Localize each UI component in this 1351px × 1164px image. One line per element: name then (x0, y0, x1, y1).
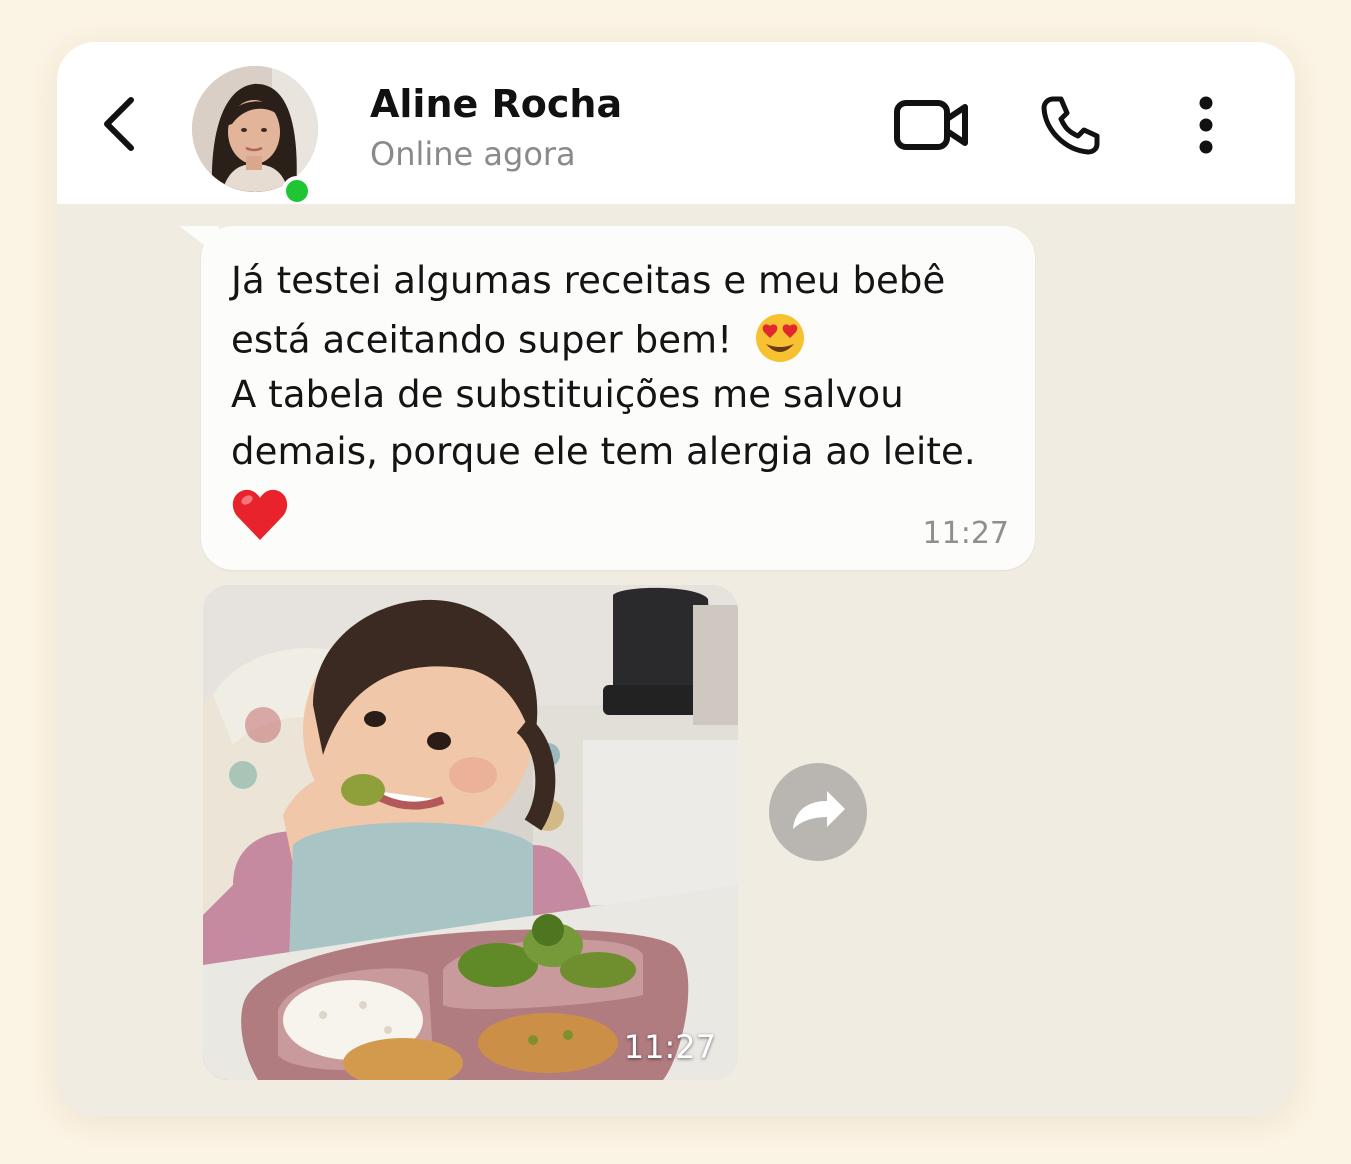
chat-window: Aline Rocha Online agora Já testei algum… (57, 42, 1295, 1116)
contact-name[interactable]: Aline Rocha (370, 82, 622, 126)
back-arrow-icon[interactable] (97, 94, 145, 154)
message-text-line: A tabela de substituições me salvou (231, 373, 904, 416)
chat-header: Aline Rocha Online agora (57, 42, 1295, 206)
red-heart-emoji (232, 489, 288, 540)
video-camera-icon[interactable] (893, 97, 969, 153)
message-text-line: demais, porque ele tem alergia ao leite. (231, 430, 976, 473)
bubble-tail (179, 226, 219, 256)
message-text-line: está aceitando super bem! (231, 314, 806, 368)
message-bubble[interactable]: Já testei algumas receitas e meu bebê es… (179, 226, 1035, 570)
message-timestamp: 11:27 (922, 516, 1009, 551)
forward-button[interactable] (769, 763, 867, 861)
photo-message[interactable]: 11:27 (203, 585, 738, 1080)
forward-icon (793, 791, 845, 829)
baby-eating-photo (203, 585, 738, 1080)
phone-icon[interactable] (1039, 94, 1101, 156)
avatar-photo (192, 66, 318, 192)
message-text-segment: está aceitando super bem! (231, 318, 733, 362)
photo-timestamp: 11:27 (623, 1028, 716, 1066)
avatar[interactable] (192, 66, 320, 206)
online-status-dot (282, 176, 312, 206)
heart-eyes-emoji (756, 314, 805, 362)
more-vertical-icon[interactable] (1187, 94, 1225, 156)
contact-status: Online agora (370, 135, 576, 173)
message-text-line: Já testei algumas receitas e meu bebê (231, 259, 946, 302)
chat-area[interactable]: Já testei algumas receitas e meu bebê es… (57, 204, 1295, 1116)
